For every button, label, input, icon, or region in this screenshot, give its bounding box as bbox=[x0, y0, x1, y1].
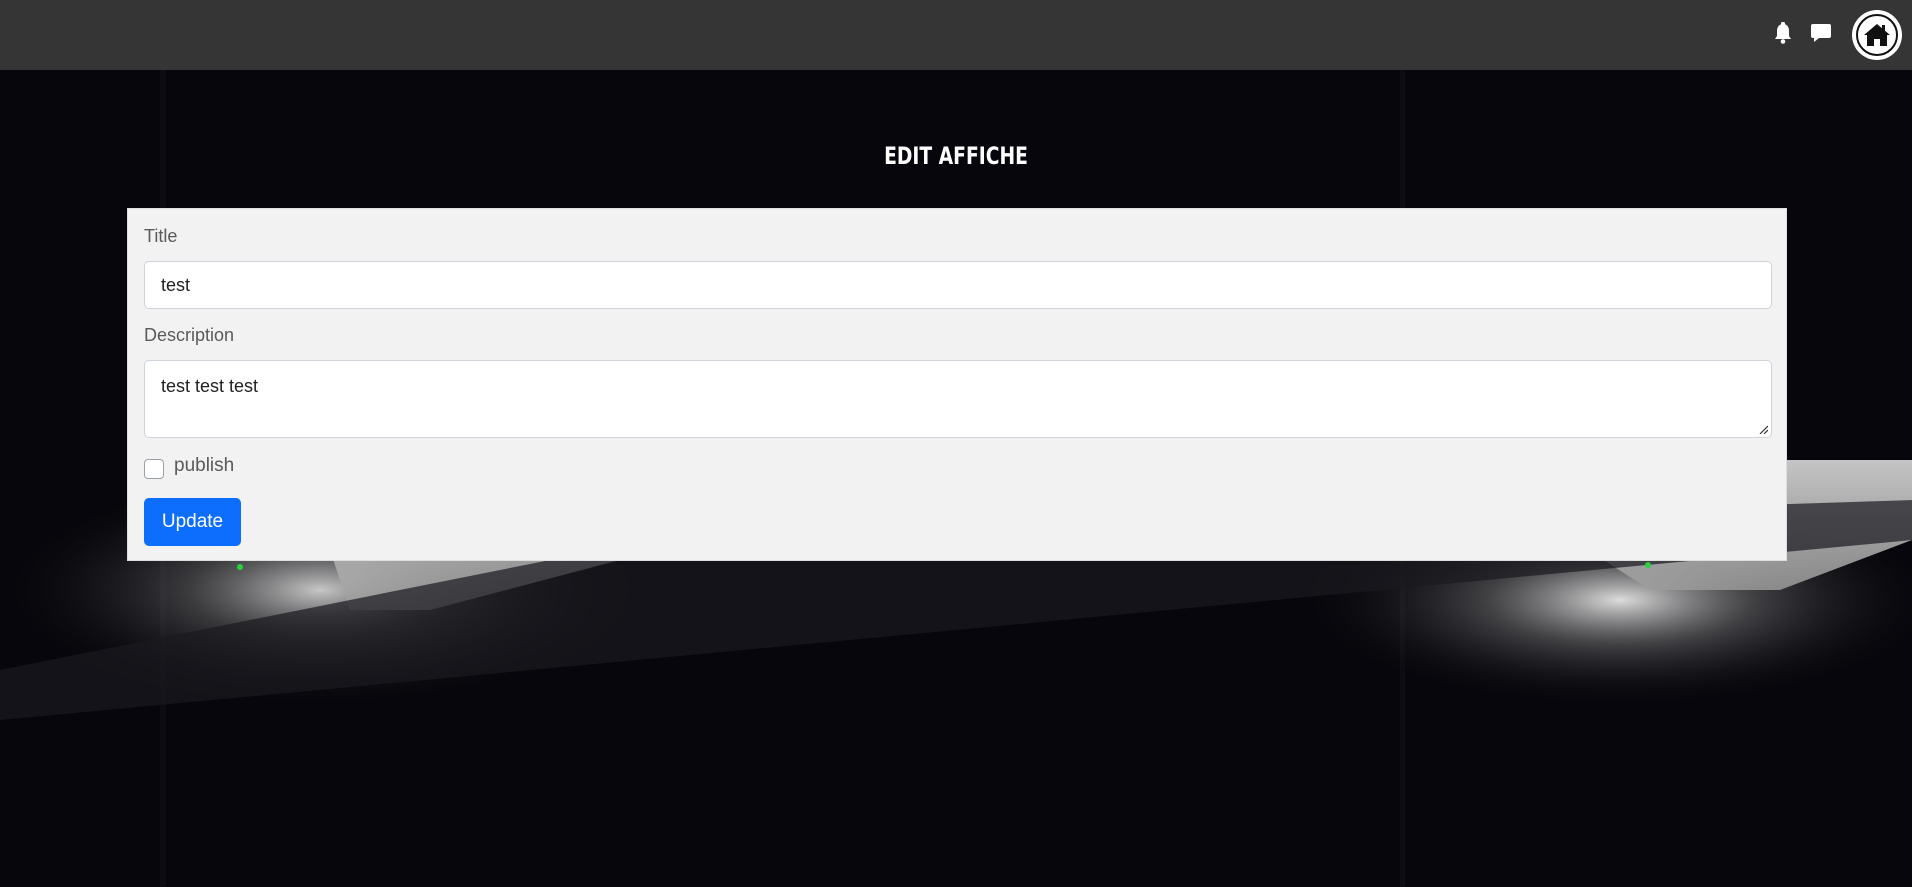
edit-form-card: Title test Description test test test pu… bbox=[127, 208, 1787, 561]
resize-grip-icon[interactable] bbox=[1758, 424, 1768, 434]
page-title: EDIT AFFICHE bbox=[884, 142, 1028, 170]
bell-icon bbox=[1775, 22, 1791, 44]
notifications-button[interactable] bbox=[1770, 20, 1796, 46]
home-icon bbox=[1864, 24, 1890, 46]
publish-checkbox[interactable] bbox=[144, 459, 164, 479]
description-label: Description bbox=[144, 325, 235, 345]
title-input[interactable]: test bbox=[144, 261, 1772, 309]
publish-label[interactable]: publish bbox=[174, 455, 234, 477]
chat-icon bbox=[1811, 24, 1831, 42]
messages-button[interactable] bbox=[1808, 20, 1834, 46]
top-navbar bbox=[0, 0, 1912, 70]
home-icon-frame bbox=[1856, 14, 1898, 56]
description-text: test test test bbox=[161, 376, 259, 396]
description-textarea[interactable]: test test test bbox=[144, 360, 1772, 438]
update-button[interactable]: Update bbox=[144, 498, 241, 546]
title-label: Title bbox=[144, 226, 178, 246]
home-button[interactable] bbox=[1852, 10, 1902, 60]
